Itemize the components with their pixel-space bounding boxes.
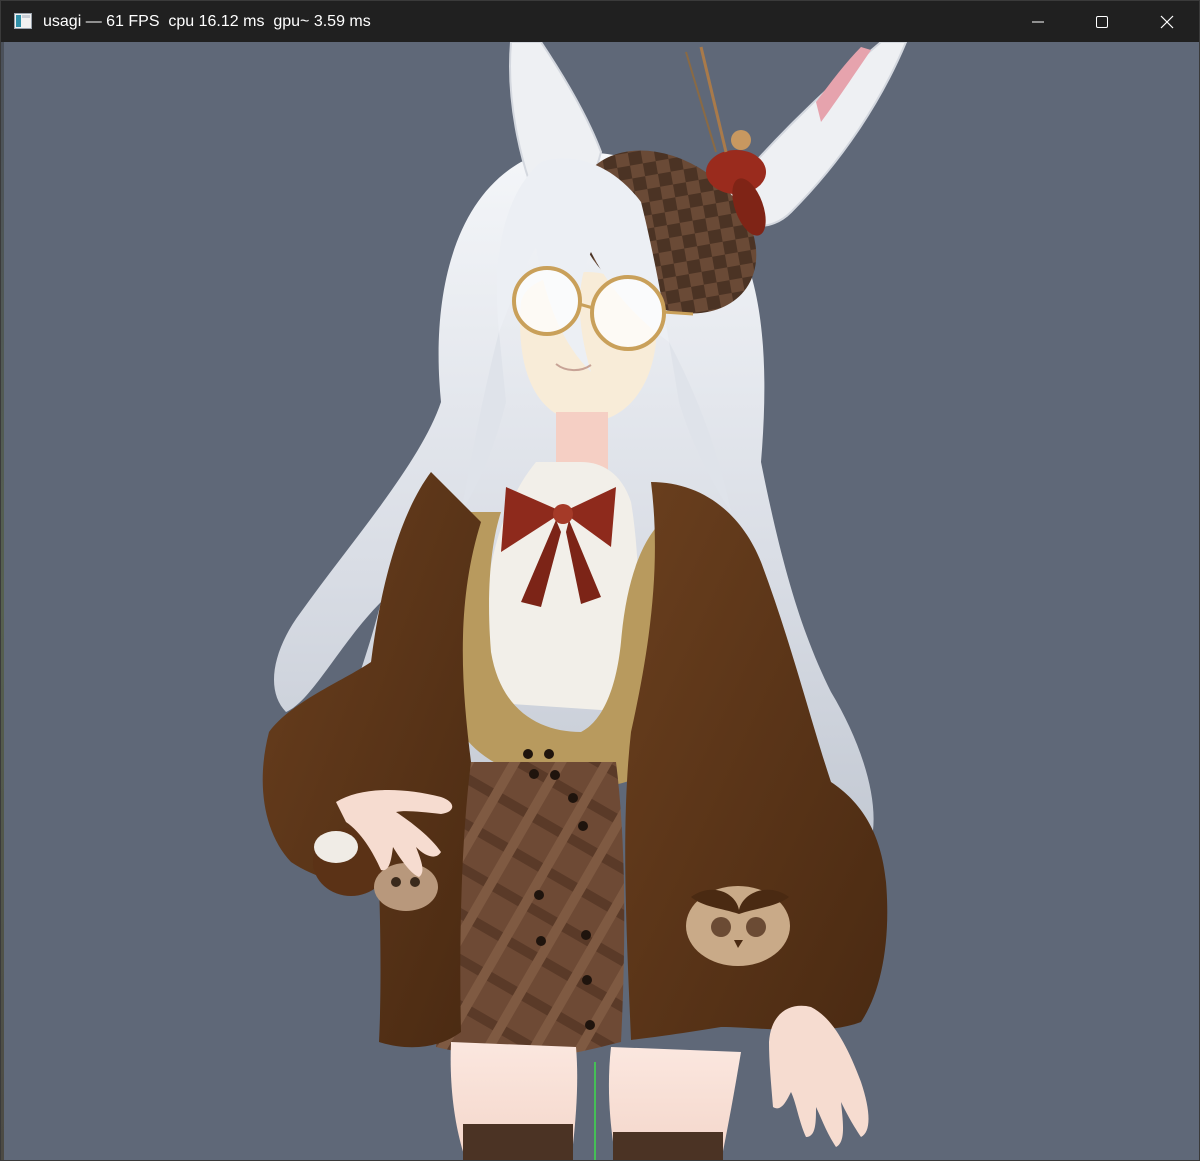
minimize-button[interactable] xyxy=(1006,1,1070,42)
render-viewport[interactable] xyxy=(1,42,1199,1160)
title-bar[interactable]: usagi — 61 FPS cpu 16.12 ms gpu~ 3.59 ms xyxy=(1,1,1199,42)
app-window: usagi — 61 FPS cpu 16.12 ms gpu~ 3.59 ms xyxy=(0,0,1200,1161)
left-stocking xyxy=(463,1124,573,1160)
close-button[interactable] xyxy=(1135,1,1199,42)
maximize-button[interactable] xyxy=(1070,1,1134,42)
window-left-edge xyxy=(1,42,4,1160)
right-hand xyxy=(769,1005,869,1147)
window-title: usagi — 61 FPS cpu 16.12 ms gpu~ 3.59 ms xyxy=(43,13,371,30)
right-stocking xyxy=(613,1132,723,1160)
minimize-icon xyxy=(1031,15,1045,29)
app-window-icon xyxy=(14,13,32,29)
avatar-render xyxy=(262,42,908,1160)
close-icon xyxy=(1160,15,1174,29)
maximize-icon xyxy=(1095,15,1109,29)
owl-patch-right xyxy=(686,886,790,966)
